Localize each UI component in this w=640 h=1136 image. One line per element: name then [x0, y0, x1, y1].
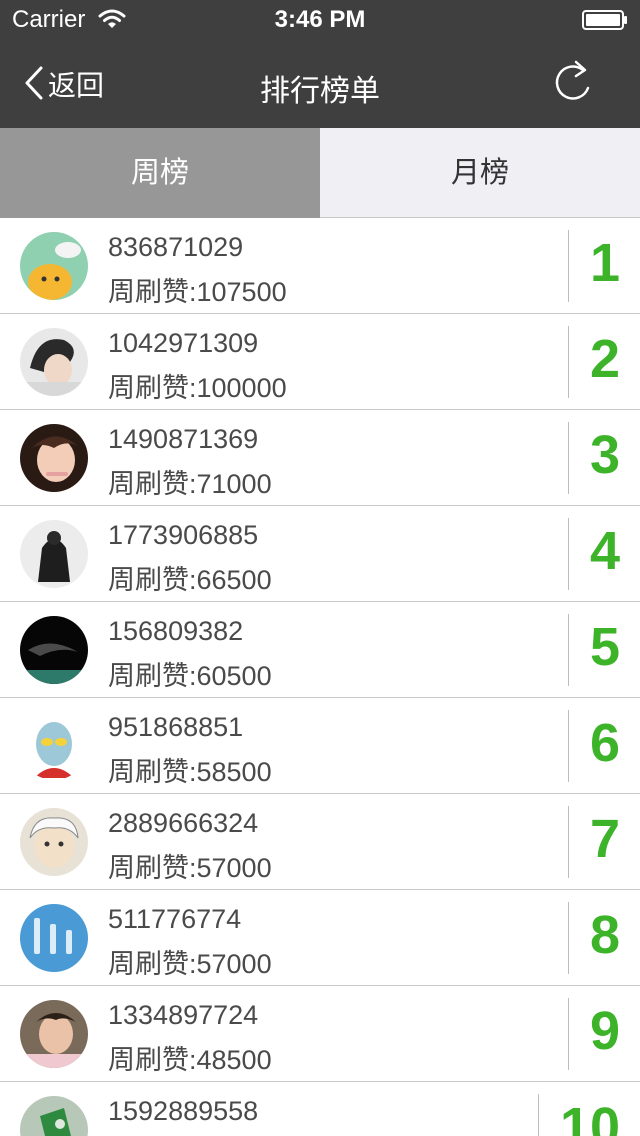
avatar [20, 904, 88, 972]
user-id: 1334897724 [108, 1000, 259, 1030]
list-item[interactable]: 511776774 周刷赞:57000 8 [0, 890, 640, 986]
list-item[interactable]: 2889666324 周刷赞:57000 7 [0, 794, 640, 890]
weekly-likes: 周刷赞:100000 [108, 373, 287, 403]
rank-number: 8 [589, 905, 621, 965]
weekly-likes: 周刷赞:60500 [108, 661, 272, 691]
list-item[interactable]: 836871029 周刷赞:107500 1 [0, 218, 640, 314]
list-item[interactable]: 1592889558 10 [0, 1082, 640, 1136]
rank-number: 10 [559, 1097, 621, 1136]
ranking-list: 836871029 周刷赞:107500 1 1042971309 周刷赞:10… [0, 218, 640, 1136]
rank-number: 2 [589, 329, 621, 389]
avatar [20, 520, 88, 588]
avatar [20, 1096, 88, 1136]
divider [568, 326, 569, 398]
weekly-likes: 周刷赞:48500 [108, 1045, 272, 1075]
weekly-likes: 周刷赞:57000 [108, 949, 272, 979]
divider [538, 1094, 539, 1136]
divider [568, 518, 569, 590]
avatar [20, 808, 88, 876]
nav-bar: 返回 排行榜单 [0, 40, 640, 128]
list-item[interactable]: 156809382 周刷赞:60500 5 [0, 602, 640, 698]
avatar [20, 616, 88, 684]
list-item[interactable]: 1334897724 周刷赞:48500 9 [0, 986, 640, 1082]
clock: 3:46 PM [274, 6, 366, 33]
rank-number: 7 [589, 809, 621, 869]
refresh-icon[interactable] [552, 58, 596, 106]
rank-number: 5 [589, 617, 621, 677]
list-item[interactable]: 1042971309 周刷赞:100000 2 [0, 314, 640, 410]
divider [568, 710, 569, 782]
tab-bar: 周榜 月榜 [0, 128, 640, 218]
rank-number: 1 [589, 233, 621, 293]
weekly-likes: 周刷赞:107500 [108, 277, 287, 307]
weekly-likes: 周刷赞:57000 [108, 853, 272, 883]
user-id: 836871029 [108, 232, 244, 262]
rank-number: 4 [589, 521, 621, 581]
divider [568, 230, 569, 302]
user-id: 2889666324 [108, 808, 259, 838]
user-id: 1592889558 [108, 1096, 259, 1126]
weekly-likes: 周刷赞:58500 [108, 757, 272, 787]
avatar [20, 328, 88, 396]
list-item[interactable]: 1773906885 周刷赞:66500 4 [0, 506, 640, 602]
list-item[interactable]: 1490871369 周刷赞:71000 3 [0, 410, 640, 506]
user-id: 511776774 [108, 904, 242, 934]
divider [568, 422, 569, 494]
avatar [20, 1000, 88, 1068]
battery-icon [582, 10, 627, 30]
avatar [20, 424, 88, 492]
user-id: 1773906885 [108, 520, 259, 550]
rank-number: 3 [589, 425, 621, 485]
user-id: 1490871369 [108, 424, 259, 454]
user-id: 1042971309 [108, 328, 259, 358]
list-item[interactable]: 951868851 周刷赞:58500 6 [0, 698, 640, 794]
avatar [20, 712, 88, 780]
page-title: 排行榜单 [260, 75, 380, 108]
tab-monthly[interactable]: 月榜 [320, 128, 640, 218]
divider [568, 614, 569, 686]
divider [568, 998, 569, 1070]
divider [568, 806, 569, 878]
user-id: 156809382 [108, 616, 244, 646]
avatar [20, 232, 88, 300]
divider [568, 902, 569, 974]
rank-number: 9 [589, 1001, 621, 1061]
weekly-likes: 周刷赞:71000 [108, 469, 272, 499]
status-bar: Carrier 3:46 PM [0, 0, 640, 40]
weekly-likes: 周刷赞:66500 [108, 565, 272, 595]
tab-weekly[interactable]: 周榜 [0, 128, 320, 218]
user-id: 951868851 [108, 712, 244, 742]
rank-number: 6 [589, 713, 621, 773]
